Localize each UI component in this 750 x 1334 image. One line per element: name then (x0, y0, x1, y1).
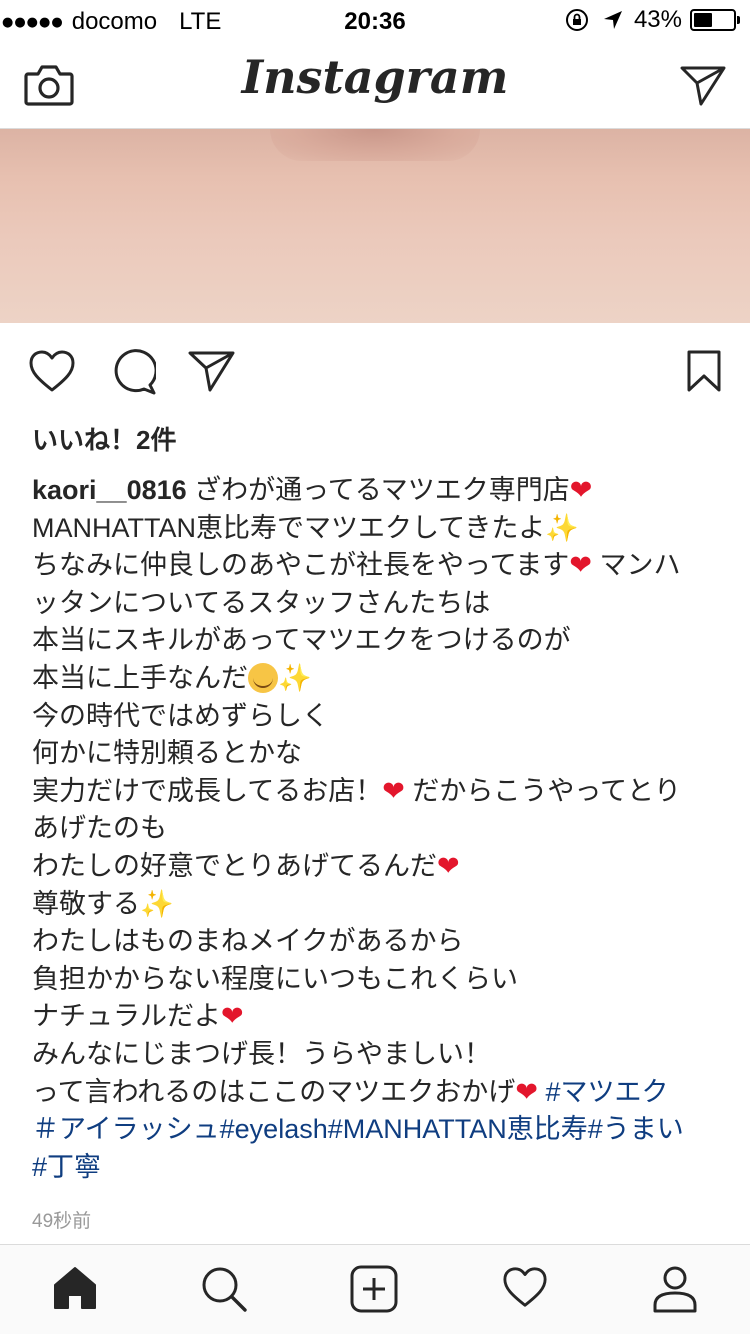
likes-count[interactable]: いいね！2件 (32, 420, 176, 457)
caption-text: ちなみに仲良しのあやこが社長をやってます (32, 550, 570, 581)
caption-text: ざわが通ってるマツエク専門店 (186, 475, 570, 505)
caption-text: って言われるのはここのマツエクおかげ (32, 1076, 516, 1107)
caption-line: わたしの好意でとりあげてるんだ❤ (32, 848, 722, 886)
caption-text: マンハ (591, 550, 681, 581)
caption-line: 今の時代ではめずらしく (32, 700, 329, 731)
caption-line: kaori__0816 ざわが通ってるマツエク専門店❤ (32, 472, 722, 510)
activity-icon[interactable] (502, 1265, 548, 1309)
caption-line: 実力だけで成長してるお店！❤ だからこうやってとり (32, 773, 722, 811)
photo-lips-detail (270, 129, 480, 161)
post-caption: kaori__0816 ざわが通ってるマツエク専門店❤ MANHATTAN恵比寿… (32, 472, 722, 1186)
caption-text: ナチュラルだよ (32, 1001, 221, 1032)
status-right: 43% (564, 6, 740, 34)
caption-line: わたしはものまねメイクがあるから (32, 926, 464, 957)
status-bar: ●●●●● docomo LTE 20:36 43% (0, 0, 750, 40)
caption-line: 尊敬する✨ (32, 886, 722, 924)
add-post-icon[interactable] (350, 1265, 398, 1313)
heart-emoji-icon: ❤ (569, 550, 592, 582)
bookmark-icon[interactable] (686, 349, 722, 393)
heart-emoji-icon: ❤ (569, 475, 593, 506)
share-icon[interactable] (188, 349, 236, 393)
rotation-lock-icon (565, 9, 588, 31)
profile-icon[interactable] (652, 1265, 698, 1313)
location-arrow-icon (603, 11, 622, 29)
home-icon[interactable] (52, 1265, 98, 1311)
caption-text: 尊敬する (32, 888, 140, 919)
direct-message-icon[interactable] (680, 64, 726, 108)
caption-line: 何かに特別頼るとかな (32, 738, 302, 769)
comment-icon[interactable] (108, 349, 156, 395)
battery-percent: 43% (633, 6, 682, 33)
heart-emoji-icon: ❤ (437, 850, 460, 882)
caption-line: ナチュラルだよ❤ (32, 998, 722, 1036)
like-icon[interactable] (28, 349, 76, 393)
hashtag-link[interactable]: #丁寧 (32, 1149, 722, 1187)
caption-line: ちなみに仲良しのあやこが社長をやってます❤ マンハ (32, 547, 722, 585)
caption-line: MANHATTAN恵比寿でマツエクしてきたよ✨ (32, 510, 722, 548)
post-timestamp: 49秒前 (32, 1211, 92, 1232)
heart-emoji-icon: ❤ (221, 1001, 244, 1033)
hashtag-link[interactable]: #マツエク (538, 1077, 668, 1107)
sparkles-emoji-icon: ✨ (278, 662, 312, 694)
caption-username[interactable]: kaori__0816 (32, 475, 187, 505)
caption-line: みんなにじまつげ長！うらやましい！ (32, 1038, 491, 1069)
caption-line: 負担かからない程度にいつもこれくらい (32, 963, 518, 994)
caption-line: ッタンについてるスタッフさんたちは (32, 587, 491, 618)
battery-icon (690, 9, 740, 31)
battery-level (694, 13, 713, 27)
sparkles-emoji-icon: ✨ (140, 888, 174, 920)
caption-text: MANHATTAN恵比寿でマツエクしてきたよ (32, 512, 546, 543)
post-actions (0, 345, 750, 405)
nav-bar: Instagram (0, 40, 750, 129)
app-title: Instagram (241, 50, 509, 104)
caption-text: わたしの好意でとりあげてるんだ (32, 850, 437, 881)
smiling-face-emoji-icon (248, 662, 278, 693)
search-icon[interactable] (200, 1265, 248, 1313)
caption-text: 実力だけで成長してるお店！ (32, 775, 383, 806)
tab-bar (0, 1244, 750, 1334)
caption-line: 本当に上手なんだ ✨ (32, 660, 722, 698)
heart-emoji-icon: ❤ (382, 775, 405, 807)
sparkles-emoji-icon: ✨ (545, 512, 579, 544)
caption-text: だからこうやってとり (404, 775, 681, 806)
hashtag-link[interactable]: ＃アイラッシュ#eyelash#MANHATTAN恵比寿#うまい (32, 1111, 722, 1149)
caption-text: 本当に上手なんだ (32, 662, 248, 693)
caption-line: 本当にスキルがあってマツエクをつけるのが (32, 625, 571, 656)
caption-line: あげたのも (32, 813, 167, 844)
post-image[interactable] (0, 129, 750, 323)
caption-line: って言われるのはここのマツエクおかげ❤ #マツエク (32, 1074, 722, 1112)
heart-emoji-icon: ❤ (515, 1076, 538, 1108)
